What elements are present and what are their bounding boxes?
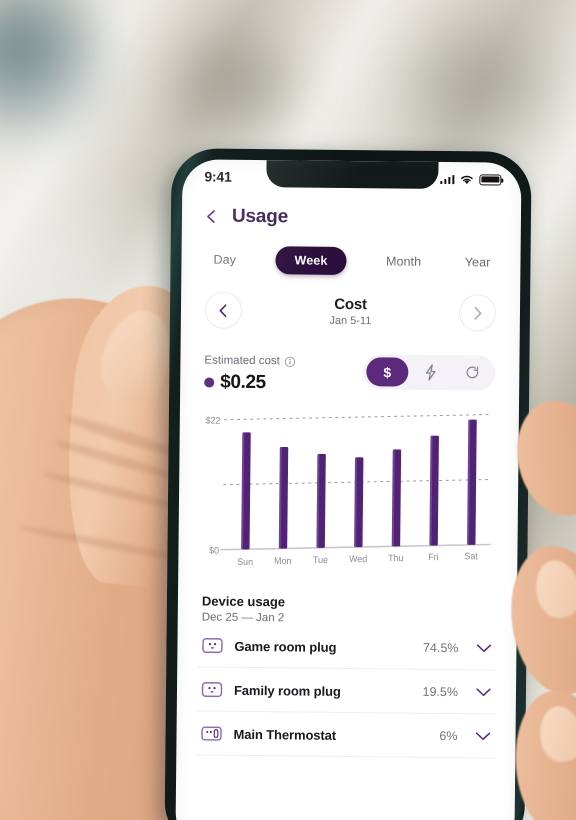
device-row-game-room-plug[interactable]: Game room plug 74.5% — [197, 623, 497, 671]
svg-text:$22: $22 — [206, 415, 221, 425]
app-content: Usage Day Week Month Year Cost Jan 5-11 … — [176, 189, 521, 759]
tab-year[interactable]: Year — [461, 249, 495, 275]
period-range: Jan 5-11 — [329, 314, 372, 328]
period-tabs: Day Week Month Year — [201, 233, 500, 280]
dollar-icon: $ — [383, 363, 392, 380]
wifi-icon — [461, 175, 473, 184]
usage-bar-chart[interactable]: $22 $0 Sun Mon Tue Wed Thu Fri Sat — [198, 409, 499, 584]
tab-day[interactable]: Day — [209, 247, 240, 273]
estimated-cost-label-row: Estimated cost — [204, 354, 296, 367]
device-name: Main Thermostat — [233, 726, 337, 743]
status-bar: 9:41 — [182, 159, 521, 193]
device-usage-title: Device usage — [201, 593, 286, 610]
device-percent: 19.5% — [422, 684, 459, 700]
device-percent: 6% — [439, 728, 458, 744]
device-usage-header: Device usage Dec 25 — Jan 2 — [198, 581, 497, 626]
chevron-down-icon[interactable] — [475, 687, 492, 697]
svg-text:Tue: Tue — [313, 555, 328, 565]
period-selector: Cost Jan 5-11 — [201, 277, 501, 337]
svg-text:Sun: Sun — [237, 557, 253, 567]
lightning-icon — [425, 364, 436, 381]
device-usage-list: Game room plug 74.5% Family room plug 19… — [196, 623, 497, 759]
chevron-down-icon[interactable] — [474, 731, 491, 741]
phone-device: 9:41 Usage Day Week Month Year Cost Jan … — [164, 148, 532, 820]
smart-plug-icon — [201, 682, 223, 698]
estimated-cost-value: $0.25 — [220, 371, 266, 394]
status-time: 9:41 — [204, 168, 232, 185]
svg-text:$0: $0 — [209, 545, 219, 555]
estimated-cost-label: Estimated cost — [204, 354, 280, 368]
thermostat-icon — [201, 726, 222, 741]
summary-section: Estimated cost $0.25 $ — [200, 334, 500, 396]
smart-plug-icon — [202, 638, 223, 654]
refresh-icon — [466, 365, 478, 378]
metric-toggle: $ — [363, 354, 496, 391]
photo-scene: 9:41 Usage Day Week Month Year Cost Jan … — [0, 0, 576, 820]
metric-toggle-cost[interactable]: $ — [366, 357, 409, 387]
battery-icon — [479, 173, 502, 186]
phone-screen: 9:41 Usage Day Week Month Year Cost Jan … — [175, 159, 522, 820]
device-row-family-room-plug[interactable]: Family room plug 19.5% — [196, 667, 497, 715]
navigation-bar: Usage — [202, 189, 501, 236]
device-name: Family room plug — [233, 682, 341, 699]
svg-text:Wed: Wed — [349, 554, 367, 565]
chevron-left-icon — [219, 303, 227, 317]
chevron-right-icon — [474, 306, 482, 320]
svg-text:Mon: Mon — [274, 556, 291, 567]
next-period-button[interactable] — [458, 294, 497, 332]
tab-week[interactable]: Week — [275, 246, 347, 275]
estimated-cost-group: Estimated cost $0.25 — [204, 352, 296, 394]
estimated-cost-value-row: $0.25 — [204, 371, 296, 394]
metric-toggle-energy[interactable] — [410, 358, 450, 387]
status-indicators — [439, 173, 502, 186]
svg-text:Thu: Thu — [388, 553, 403, 563]
info-circle-icon[interactable] — [285, 356, 296, 367]
svg-text:Sat: Sat — [464, 551, 478, 561]
device-percent: 74.5% — [422, 640, 459, 656]
device-row-main-thermostat[interactable]: Main Thermostat 6% — [196, 711, 496, 759]
period-label-group: Cost Jan 5-11 — [242, 295, 459, 328]
period-title: Cost — [334, 295, 367, 314]
previous-period-button[interactable] — [204, 291, 243, 329]
device-name: Game room plug — [234, 638, 337, 655]
tab-month[interactable]: Month — [382, 248, 426, 274]
metric-toggle-cycle[interactable] — [452, 358, 492, 387]
usage-bar-chart-svg: $22 $0 Sun Mon Tue Wed Thu Fri Sat — [206, 413, 492, 567]
page-title: Usage — [231, 205, 289, 228]
svg-text:Fri: Fri — [428, 552, 438, 562]
cost-legend-dot — [204, 377, 215, 388]
cellular-signal-icon — [439, 174, 455, 185]
chevron-left-icon[interactable] — [204, 209, 218, 223]
chevron-down-icon[interactable] — [475, 643, 492, 653]
